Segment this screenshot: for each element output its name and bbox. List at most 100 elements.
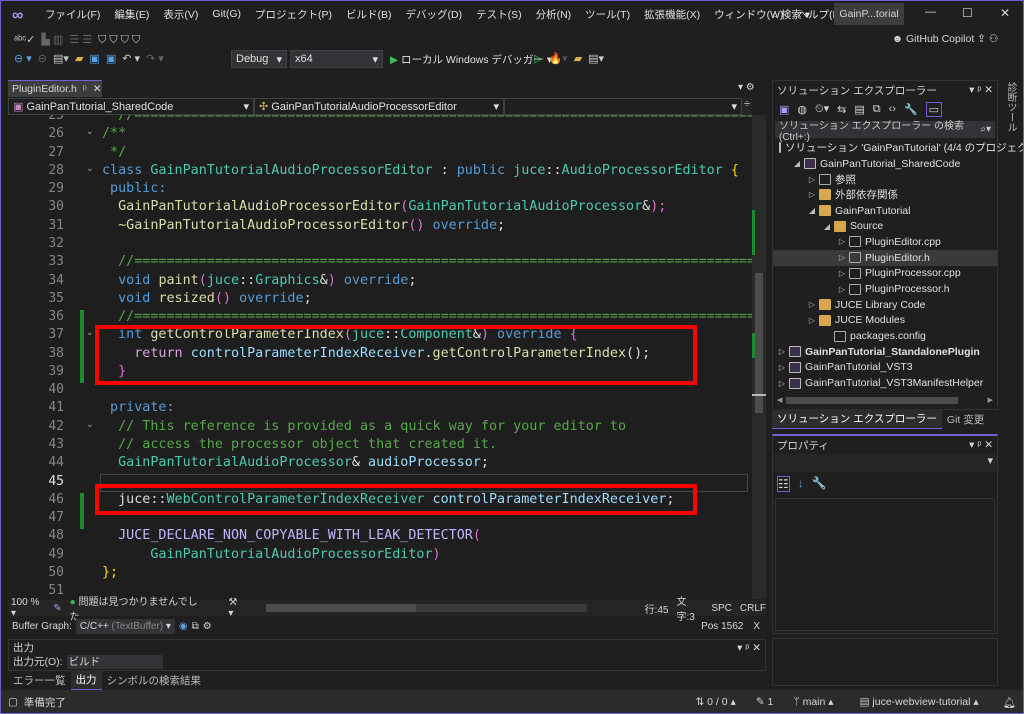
- tree-item[interactable]: ▷ PluginEditor.cpp: [773, 234, 997, 250]
- share-icon[interactable]: ⇪: [977, 33, 986, 45]
- code-line[interactable]: class GainPanTutorialAudioProcessorEdito…: [102, 163, 739, 178]
- categorized-icon[interactable]: ☷: [777, 476, 790, 492]
- panel-tab[interactable]: シンボルの検索結果: [102, 671, 207, 690]
- expand-arrow-icon[interactable]: ▷: [777, 363, 787, 372]
- panel-controls[interactable]: ▾ ᵖ ✕: [969, 439, 993, 451]
- panel-tab[interactable]: ソリューション エクスプローラー: [772, 409, 942, 429]
- fold-toggle-icon[interactable]: ⌄: [86, 126, 94, 137]
- code-line[interactable]: public:: [102, 181, 166, 196]
- expand-arrow-icon[interactable]: ▷: [837, 269, 847, 278]
- editor-vertical-scrollbar[interactable]: [752, 115, 766, 599]
- sync-with-document-icon[interactable]: ⇆: [837, 103, 846, 116]
- menu-item[interactable]: ファイル(F): [38, 7, 107, 22]
- code-line[interactable]: void resized() override;: [102, 291, 312, 306]
- expand-arrow-icon[interactable]: ▷: [807, 300, 817, 309]
- switch-views-icon[interactable]: ▣: [779, 103, 789, 116]
- show-all-files-icon[interactable]: ⧉: [873, 103, 881, 116]
- expand-arrow-icon[interactable]: ▷: [837, 285, 847, 294]
- open-icon[interactable]: ▰: [75, 53, 83, 65]
- buffer-graph-close-button[interactable]: X: [747, 621, 766, 632]
- expand-arrow-icon[interactable]: ▷: [807, 316, 817, 325]
- copy-graph-icon[interactable]: ⧉: [192, 621, 199, 632]
- start-without-debug-icon[interactable]: ▷: [534, 53, 542, 65]
- editor-tab-plugineditor-h[interactable]: PluginEditor.h ᵖ ✕: [8, 80, 102, 97]
- menu-item[interactable]: プロジェクト(P): [248, 7, 339, 22]
- graph-settings-icon[interactable]: ⚙: [203, 621, 212, 632]
- expand-arrow-icon[interactable]: ◢: [822, 222, 832, 231]
- project-dropdown[interactable]: ▣ GainPanTutorial_SharedCode ▾: [8, 98, 254, 115]
- properties-object-dropdown[interactable]: ▾: [773, 454, 997, 472]
- hot-reload-icon[interactable]: 🔥▾: [548, 53, 567, 65]
- fold-toggle-icon[interactable]: ⌄: [86, 163, 94, 174]
- platform-dropdown[interactable]: x64 ▾: [290, 50, 383, 68]
- expand-arrow-icon[interactable]: ▷: [837, 253, 847, 262]
- tree-item[interactable]: ▷ PluginEditor.h: [773, 249, 997, 266]
- expand-arrow-icon[interactable]: ▷: [777, 379, 787, 388]
- code-line[interactable]: GainPanTutorialAudioProcessorEditor): [102, 547, 440, 562]
- tab-overflow-icon[interactable]: ▾ ⚙: [738, 82, 755, 93]
- save-all-icon[interactable]: ▣: [106, 53, 116, 65]
- code-line[interactable]: void paint(juce::Graphics&) override;: [102, 273, 416, 288]
- close-button[interactable]: ✕: [1000, 6, 1010, 20]
- code-line[interactable]: */: [102, 145, 126, 160]
- buffer-graph-dropdown[interactable]: C/C++ (TextBuffer) ▾: [75, 618, 175, 634]
- folder-icon[interactable]: ▰: [574, 53, 582, 65]
- configuration-dropdown[interactable]: Debug ▾: [231, 50, 287, 68]
- github-copilot-button[interactable]: ☻ GitHub Copilot ⇪ ⚇: [892, 33, 998, 45]
- solution-name-badge[interactable]: GainP...torial: [834, 3, 904, 25]
- fold-toggle-icon[interactable]: ⌄: [86, 327, 94, 338]
- alphabetical-icon[interactable]: ↓: [798, 476, 804, 492]
- tree-item[interactable]: ◢ GainPanTutorial: [773, 203, 997, 219]
- expand-arrow-icon[interactable]: ▷: [807, 190, 817, 199]
- split-icon[interactable]: ÷: [742, 98, 750, 115]
- redo-icon[interactable]: ↷ ▾: [146, 53, 164, 65]
- code-line[interactable]: // This reference is provided as a quick…: [102, 419, 626, 434]
- menu-item[interactable]: ツール(T): [578, 7, 637, 22]
- code-line[interactable]: //======================================…: [102, 254, 752, 269]
- pending-edits[interactable]: ✎ 1: [756, 696, 774, 708]
- menu-item[interactable]: 編集(E): [107, 7, 156, 22]
- new-item-icon[interactable]: ▤▾: [53, 53, 69, 65]
- window-layout-icon[interactable]: ▤▾: [588, 53, 604, 65]
- code-line[interactable]: GainPanTutorialAudioProcessorEditor(Gain…: [102, 199, 666, 214]
- code-line[interactable]: };: [102, 565, 118, 580]
- tree-item[interactable]: ◢ Source: [773, 218, 997, 234]
- panel-tab[interactable]: Git 変更: [942, 410, 989, 429]
- indent-icon[interactable]: ☰ ☰: [69, 34, 92, 46]
- panel-tab[interactable]: 出力: [70, 670, 102, 690]
- forward-icon[interactable]: ⊖: [38, 53, 47, 65]
- preview-icon[interactable]: ▭: [925, 101, 943, 117]
- repository-selector[interactable]: ▤ juce-webview-tutorial ▴: [860, 696, 979, 708]
- undo-icon[interactable]: ↶ ▾: [122, 53, 140, 65]
- panel-controls[interactable]: ▾ ᵖ ✕: [737, 642, 761, 654]
- buffer-graph-icon[interactable]: ◉: [179, 621, 188, 632]
- tree-item[interactable]: ▷ 外部依存関係: [773, 187, 997, 203]
- tree-item[interactable]: ▷ 参照: [773, 171, 997, 187]
- tree-item[interactable]: ▷ GainPanTutorial_VST3ManifestHelper: [773, 375, 997, 391]
- zoom-dropdown[interactable]: 100 % ▾: [11, 597, 45, 619]
- tree-item[interactable]: ▷ PluginProcessor.h: [773, 281, 997, 297]
- expand-arrow-icon[interactable]: ◢: [792, 159, 802, 168]
- whitespace-indicator[interactable]: SPC: [711, 603, 732, 614]
- expand-arrow-icon[interactable]: ▷: [807, 175, 817, 184]
- sync-icon[interactable]: ◍: [797, 103, 807, 116]
- code-line[interactable]: // access the processor object that crea…: [102, 437, 497, 452]
- code-line[interactable]: /**: [102, 126, 126, 141]
- menu-item[interactable]: テスト(S): [469, 7, 529, 22]
- scope-dropdown[interactable]: ✣ GainPanTutorialAudioProcessorEditor ▾: [254, 98, 504, 115]
- expand-arrow-icon[interactable]: ◢: [807, 206, 817, 215]
- menu-item[interactable]: ビルド(B): [339, 7, 399, 22]
- minimize-button[interactable]: —: [925, 6, 936, 18]
- code-line[interactable]: //======================================…: [102, 309, 752, 324]
- collapse-all-icon[interactable]: ▤: [854, 103, 864, 116]
- code-line[interactable]: ~GainPanTutorialAudioProcessorEditor() o…: [102, 218, 505, 233]
- comment-icon[interactable]: ▙ ▥: [41, 34, 63, 46]
- line-ending-indicator[interactable]: CRLF: [740, 603, 766, 614]
- save-icon[interactable]: ▣: [89, 53, 99, 65]
- tree-item[interactable]: ▷ JUCE Modules: [773, 313, 997, 329]
- code-view-icon[interactable]: ‹›: [889, 103, 896, 115]
- spellcheck-icon[interactable]: ᵃᵇᶜ✓: [14, 34, 35, 46]
- tree-horizontal-scrollbar[interactable]: ◀ ▶: [777, 395, 993, 405]
- scrollbar-thumb[interactable]: [755, 273, 763, 413]
- search-button[interactable]: ⌕ 検索 ▾: [772, 7, 810, 22]
